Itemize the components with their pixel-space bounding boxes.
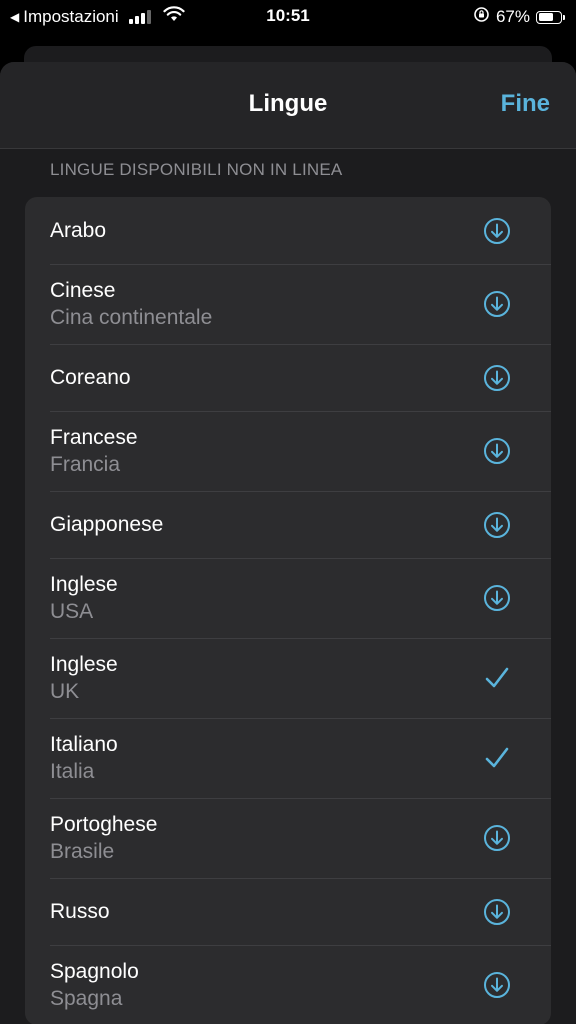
- languages-list: Arabo Cinese Cina continentale Coreano Franc…: [25, 197, 551, 1024]
- language-text: Coreano: [50, 364, 483, 391]
- battery-percent: 67%: [495, 7, 530, 26]
- language-name: Italiano: [50, 733, 118, 756]
- language-row-inglese-usa[interactable]: Inglese USA: [25, 558, 551, 638]
- language-name: Portoghese: [50, 813, 158, 836]
- language-name: Francese: [50, 426, 138, 449]
- language-text: Italiano Italia: [50, 731, 483, 785]
- language-region: USA: [50, 600, 94, 623]
- language-name: Coreano: [50, 366, 131, 389]
- language-row-giapponese[interactable]: Giapponese: [25, 491, 551, 558]
- language-row-arabo[interactable]: Arabo: [25, 197, 551, 264]
- battery-level: [538, 13, 553, 21]
- download-circle-icon[interactable]: [483, 364, 511, 392]
- language-region: Francia: [50, 453, 121, 476]
- language-row-portoghese-brasile[interactable]: Portoghese Brasile: [25, 798, 551, 878]
- status-bar: ◀ Impostazioni 10:51 67%: [0, 0, 576, 34]
- language-row-coreano[interactable]: Coreano: [25, 344, 551, 411]
- section-header: LINGUE DISPONIBILI NON IN LINEA: [50, 160, 343, 179]
- language-row-francese-francia[interactable]: Francese Francia: [25, 411, 551, 491]
- language-row-cinese-cina-continentale[interactable]: Cinese Cina continentale: [25, 264, 551, 344]
- language-region: Spagna: [50, 987, 123, 1010]
- language-name: Giapponese: [50, 513, 164, 536]
- language-name: Russo: [50, 900, 110, 923]
- download-circle-icon[interactable]: [483, 437, 511, 465]
- language-name: Inglese: [50, 573, 118, 596]
- languages-sheet: Lingue Fine LINGUE DISPONIBILI NON IN LI…: [0, 62, 576, 1024]
- language-text: Inglese USA: [50, 571, 483, 625]
- language-text: Russo: [50, 898, 483, 925]
- language-region: UK: [50, 680, 80, 703]
- language-text: Inglese UK: [50, 651, 483, 705]
- download-circle-icon[interactable]: [483, 584, 511, 612]
- language-name: Inglese: [50, 653, 118, 676]
- download-circle-icon[interactable]: [483, 217, 511, 245]
- language-text: Giapponese: [50, 511, 483, 538]
- language-row-italiano-italia[interactable]: Italiano Italia: [25, 718, 551, 798]
- language-text: Cinese Cina continentale: [50, 277, 483, 331]
- checkmark-icon: [483, 744, 511, 772]
- language-row-russo[interactable]: Russo: [25, 878, 551, 945]
- language-row-inglese-uk[interactable]: Inglese UK: [25, 638, 551, 718]
- done-button[interactable]: Fine: [501, 90, 550, 118]
- language-text: Arabo: [50, 217, 483, 244]
- page-title: Lingue: [248, 90, 328, 117]
- status-right: 67%: [473, 6, 565, 28]
- download-circle-icon[interactable]: [483, 290, 511, 318]
- screen: ◀ Impostazioni 10:51 67% Lingue Fine LIN…: [0, 0, 576, 1024]
- language-name: Spagnolo: [50, 960, 139, 983]
- download-circle-icon[interactable]: [483, 971, 511, 999]
- language-region: Brasile: [50, 840, 115, 863]
- battery-icon: [536, 10, 565, 24]
- language-name: Cinese: [50, 279, 116, 302]
- language-row-spagnolo-spagna[interactable]: Spagnolo Spagna: [25, 945, 551, 1024]
- orientation-lock-icon: [473, 6, 490, 28]
- language-text: Portoghese Brasile: [50, 811, 483, 865]
- navigation-bar: Lingue Fine: [0, 62, 576, 149]
- download-circle-icon[interactable]: [483, 511, 511, 539]
- language-name: Arabo: [50, 219, 107, 242]
- download-circle-icon[interactable]: [483, 898, 511, 926]
- checkmark-icon: [483, 664, 511, 692]
- language-region: Cina continentale: [50, 306, 213, 329]
- language-text: Francese Francia: [50, 424, 483, 478]
- language-region: Italia: [50, 760, 95, 783]
- download-circle-icon[interactable]: [483, 824, 511, 852]
- language-text: Spagnolo Spagna: [50, 958, 483, 1012]
